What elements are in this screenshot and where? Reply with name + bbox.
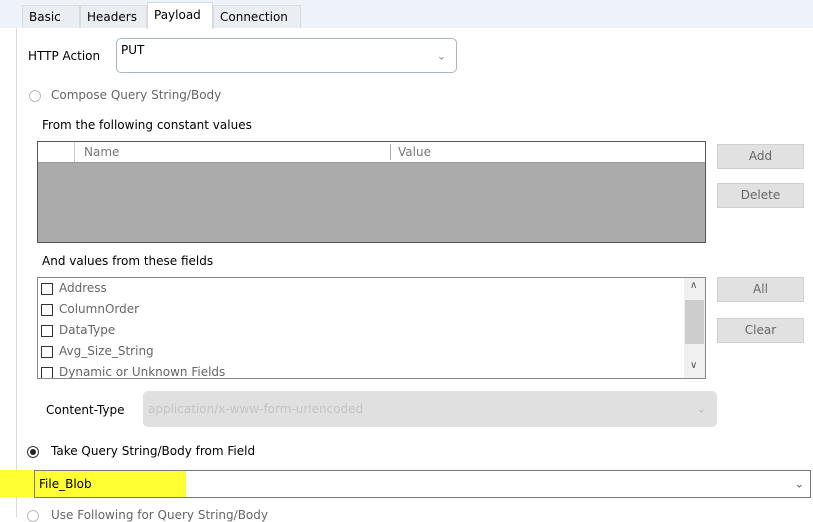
checkbox[interactable] <box>41 324 53 337</box>
chevron-down-icon: ⌄ <box>696 402 706 416</box>
scroll-up-icon[interactable]: ∧ <box>690 280 697 291</box>
field-select[interactable]: File_Blob ⌄ <box>34 470 811 498</box>
add-button[interactable]: Add <box>717 144 804 169</box>
scrollbar[interactable]: ∧ ∨ <box>684 278 705 378</box>
field-select-value: File_Blob <box>39 477 92 491</box>
http-action-label: HTTP Action <box>28 49 101 63</box>
tab-payload[interactable]: Payload <box>147 2 213 29</box>
chevron-down-icon: ⌄ <box>794 477 804 491</box>
list-item[interactable]: ColumnOrder <box>41 299 139 320</box>
constants-grid[interactable]: Name Value <box>37 141 706 243</box>
all-button[interactable]: All <box>717 277 804 302</box>
take-field-radio[interactable] <box>27 446 39 458</box>
content-type-select[interactable]: application/x-www-form-urlencoded ⌄ <box>143 391 717 427</box>
constants-label: From the following constant values <box>42 118 252 132</box>
fields-list[interactable]: Address ColumnOrder DataType Avg_Size_St… <box>37 277 706 379</box>
tab-connection[interactable]: Connection <box>213 5 301 28</box>
delete-button[interactable]: Delete <box>717 183 804 208</box>
clear-button[interactable]: Clear <box>717 318 804 343</box>
column-name[interactable]: Name <box>84 145 119 159</box>
scroll-down-icon[interactable]: ∨ <box>690 360 697 371</box>
compose-radio[interactable] <box>29 90 41 102</box>
checkbox[interactable] <box>41 303 53 316</box>
content-type-value: application/x-www-form-urlencoded <box>148 402 364 416</box>
tab-headers[interactable]: Headers <box>80 5 147 28</box>
checkbox[interactable] <box>41 345 53 358</box>
list-item[interactable]: Dynamic or Unknown Fields <box>41 362 225 378</box>
grid-header: Name Value <box>38 142 705 163</box>
use-following-radio[interactable] <box>27 510 39 522</box>
list-item[interactable]: DataType <box>41 320 115 341</box>
list-item[interactable]: Avg_Size_String <box>41 341 154 362</box>
use-following-label: Use Following for Query String/Body <box>51 508 268 522</box>
take-field-label: Take Query String/Body from Field <box>51 444 256 458</box>
chevron-down-icon: ⌄ <box>436 49 446 62</box>
content-type-label: Content-Type <box>46 403 125 417</box>
list-item[interactable]: Address <box>41 278 107 299</box>
compose-label: Compose Query String/Body <box>51 88 222 102</box>
checkbox[interactable] <box>41 366 53 378</box>
divider <box>16 28 17 517</box>
http-action-value: PUT <box>121 43 145 57</box>
checkbox[interactable] <box>41 282 53 295</box>
fields-label: And values from these fields <box>42 254 214 268</box>
scroll-thumb[interactable] <box>685 300 704 344</box>
tab-basic[interactable]: Basic <box>22 5 80 28</box>
http-action-select[interactable]: PUT ⌄ <box>116 38 457 73</box>
column-value[interactable]: Value <box>398 145 431 159</box>
